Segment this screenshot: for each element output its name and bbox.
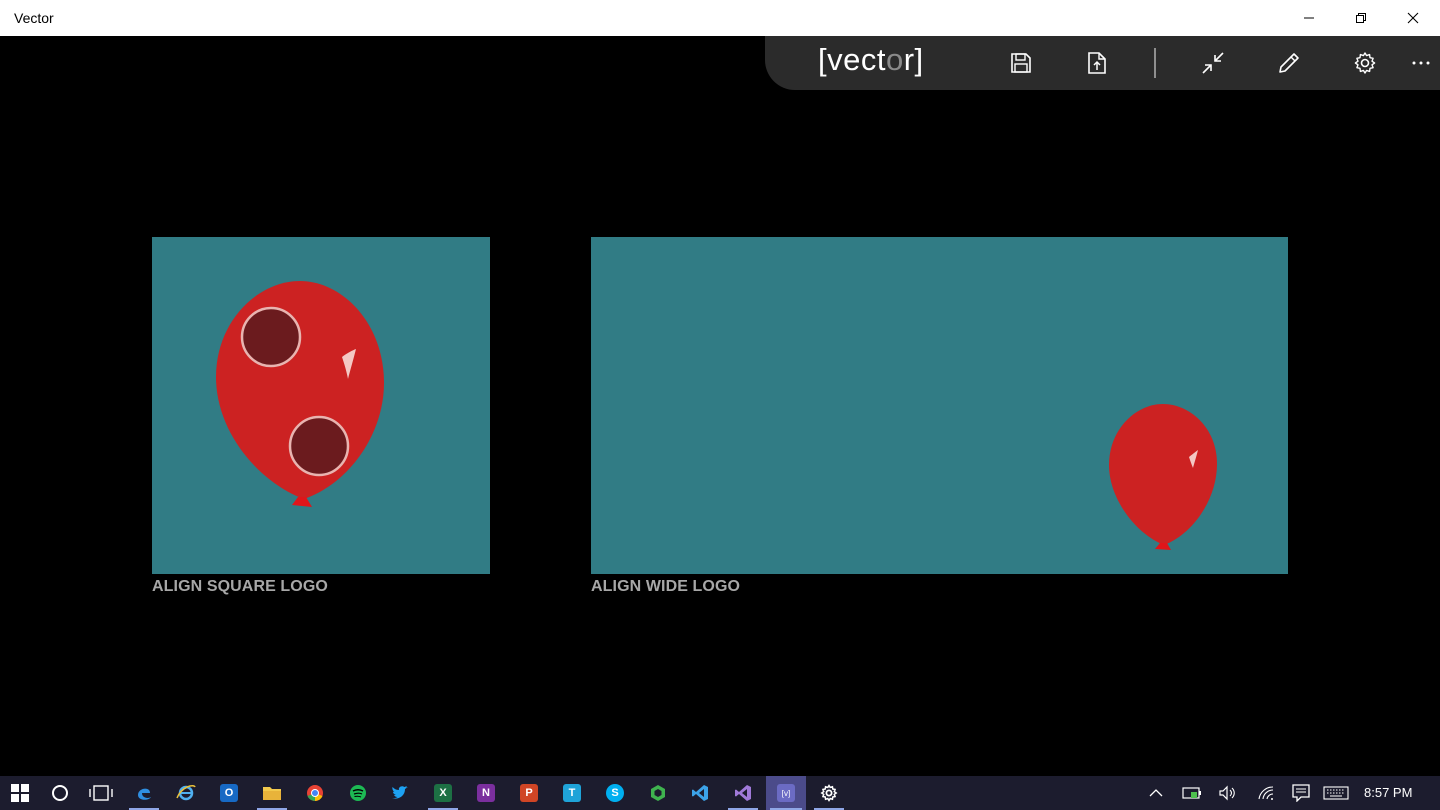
action-center-button[interactable]	[1291, 784, 1311, 802]
document-export-icon	[1088, 52, 1106, 74]
minimize-button[interactable]	[1284, 0, 1334, 36]
cortana-circle-icon	[52, 785, 68, 801]
pencil-icon	[1279, 53, 1299, 73]
balloon-icon	[216, 281, 384, 507]
floppy-disk-icon	[1011, 53, 1031, 73]
taskbar-chrome[interactable]	[296, 776, 334, 810]
hexagon-app-icon	[651, 785, 665, 801]
brand-dim-letter: o	[885, 42, 904, 77]
touch-keyboard-button[interactable]	[1322, 784, 1350, 802]
task-view-button[interactable]	[82, 776, 120, 810]
ie-icon	[176, 785, 196, 801]
visual-studio-icon	[735, 785, 751, 801]
restore-icon	[1356, 13, 1366, 23]
app-brand-logo: [vector]	[818, 42, 924, 78]
collapse-button[interactable]	[1194, 45, 1232, 81]
taskbar-spotify[interactable]	[339, 776, 377, 810]
vs-code-icon	[692, 785, 708, 801]
taskbar-excel[interactable]: X	[424, 776, 462, 810]
volume-button[interactable]	[1218, 784, 1238, 802]
taskbar-vs-code[interactable]	[681, 776, 719, 810]
taskbar-visual-studio[interactable]	[724, 776, 762, 810]
spotify-icon	[350, 785, 366, 801]
window-title: Vector	[14, 10, 54, 26]
taskbar-powerpoint[interactable]: P	[510, 776, 548, 810]
collapse-arrows-icon	[1202, 52, 1224, 74]
battery-icon	[1182, 787, 1201, 799]
keyboard-icon	[1323, 786, 1349, 800]
onenote-icon: N	[477, 784, 495, 802]
folder-icon	[263, 787, 281, 800]
balloon-wide-image	[1109, 404, 1217, 550]
edge-icon	[138, 788, 151, 800]
battery-button[interactable]	[1182, 784, 1202, 802]
save-button[interactable]	[1002, 45, 1040, 81]
brand-suffix: r]	[903, 42, 924, 77]
command-bar: [vector]	[765, 36, 1440, 90]
wifi-icon	[1258, 786, 1274, 800]
gear-icon	[1354, 52, 1376, 74]
task-view-icon	[89, 785, 113, 801]
outlook-icon: O	[220, 784, 238, 802]
wide-logo-tile[interactable]	[591, 237, 1288, 574]
skype-icon: S	[606, 784, 624, 802]
brand-prefix: [vect	[818, 42, 886, 77]
taskbar-app-hex[interactable]	[639, 776, 677, 810]
square-logo-tile[interactable]	[152, 237, 490, 574]
volume-icon	[1219, 785, 1235, 801]
taskbar-edge[interactable]	[125, 776, 163, 810]
network-button[interactable]	[1256, 784, 1276, 802]
window-titlebar: Vector	[0, 0, 1440, 36]
taskbar-outlook[interactable]: O	[210, 776, 248, 810]
powerpoint-icon: P	[520, 784, 538, 802]
taskbar-clock[interactable]: 8:57 PM	[1364, 785, 1412, 800]
twitter-icon	[392, 786, 408, 799]
minimize-icon	[1304, 17, 1314, 19]
more-dots-icon	[1412, 61, 1430, 65]
taskbar-twitter[interactable]	[381, 776, 419, 810]
taskbar-app-t[interactable]: T	[553, 776, 591, 810]
cortana-button[interactable]	[41, 776, 79, 810]
restore-button[interactable]	[1336, 0, 1386, 36]
more-button[interactable]	[1402, 45, 1440, 81]
balloon-icon	[1109, 404, 1217, 550]
command-separator	[1154, 48, 1156, 78]
chevron-up-icon	[1149, 789, 1163, 797]
export-button[interactable]	[1078, 45, 1116, 81]
taskbar-skype[interactable]: S	[596, 776, 634, 810]
taskbar: O X N P T S [v] 8:57 PM	[0, 776, 1440, 810]
show-hidden-icons-button[interactable]	[1148, 784, 1164, 802]
taskbar-settings[interactable]	[810, 776, 848, 810]
close-button[interactable]	[1388, 0, 1438, 36]
start-button[interactable]	[1, 776, 39, 810]
action-center-icon	[1292, 784, 1310, 802]
vector-app-icon: [v]	[777, 784, 795, 802]
close-icon	[1407, 12, 1419, 24]
taskbar-onenote[interactable]: N	[467, 776, 505, 810]
taskbar-internet-explorer[interactable]	[167, 776, 205, 810]
settings-button[interactable]	[1346, 45, 1384, 81]
taskbar-vector[interactable]: [v]	[766, 776, 806, 810]
balloon-square-image	[216, 281, 384, 507]
square-logo-label: ALIGN SQUARE LOGO	[152, 578, 328, 595]
edit-button[interactable]	[1270, 45, 1308, 81]
wide-logo-label: ALIGN WIDE LOGO	[591, 578, 741, 595]
settings-gear-icon	[820, 784, 838, 802]
windows-logo-icon	[11, 784, 29, 802]
chrome-icon	[307, 785, 323, 802]
taskbar-file-explorer[interactable]	[253, 776, 291, 810]
t-app-icon: T	[563, 784, 581, 802]
excel-icon: X	[434, 784, 452, 802]
